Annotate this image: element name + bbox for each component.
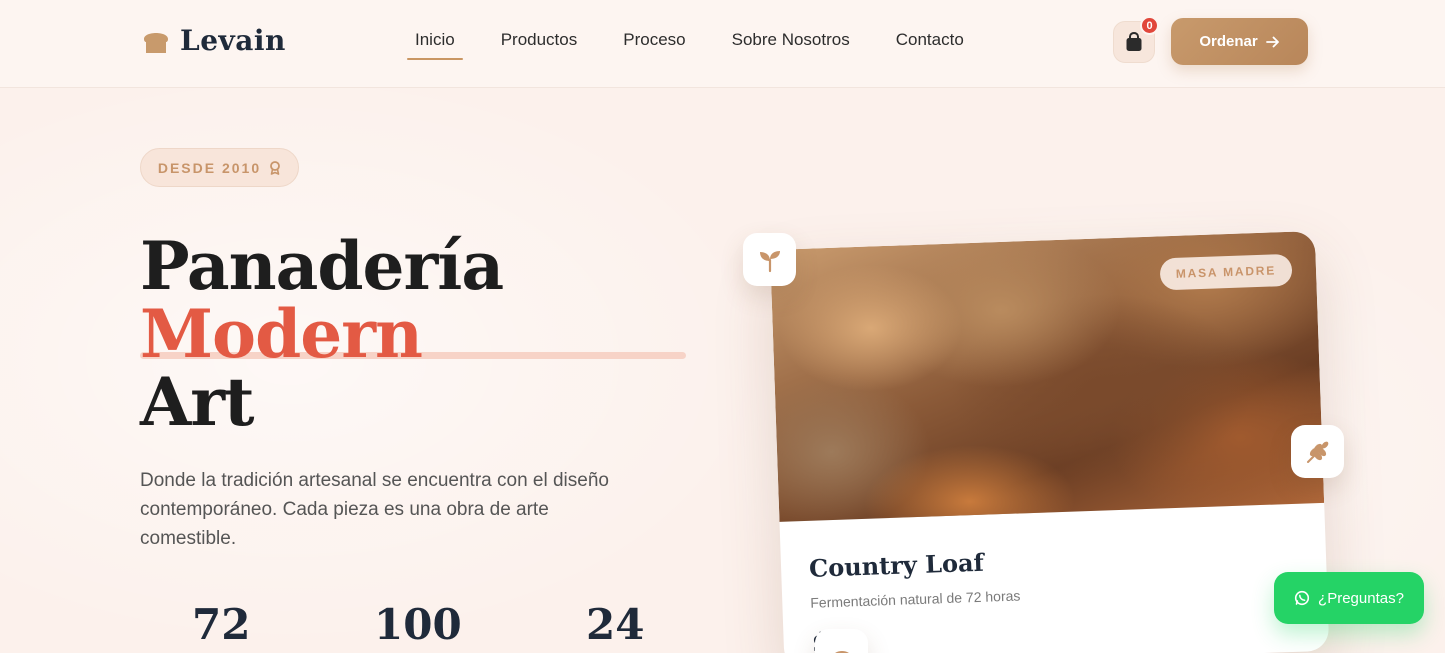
nav-link-contacto[interactable]: Contacto <box>888 30 972 60</box>
stat-natural: 100 <box>374 600 462 649</box>
arrow-right-icon <box>1265 36 1279 47</box>
brand-logo[interactable]: Levain <box>140 24 286 57</box>
stat-fresh: 24 <box>586 600 645 649</box>
hero-title-accent: Modern <box>140 295 423 373</box>
wheat-icon <box>1306 441 1328 463</box>
sprout-tile <box>743 233 796 286</box>
nav-link-sobre-nosotros[interactable]: Sobre Nosotros <box>724 30 858 60</box>
product-tag: MASA MADRE <box>1159 253 1293 291</box>
order-button[interactable]: Ordenar <box>1171 18 1308 65</box>
hero-title-line3: Art <box>140 363 254 441</box>
brand-name: Levain <box>180 24 286 57</box>
wheat-tile <box>1291 425 1344 478</box>
product-subtitle: Fermentación natural de 72 horas <box>810 587 1021 611</box>
sprout-icon <box>759 250 780 272</box>
bread-tile <box>815 629 868 653</box>
stat-hours: 72 <box>192 600 251 649</box>
since-badge-label: DESDE 2010 <box>157 159 262 176</box>
product-image: MASA MADRE <box>770 230 1325 522</box>
since-badge: DESDE 2010 <box>140 148 299 187</box>
bread-loaf-icon <box>144 32 168 53</box>
main-nav: Inicio Productos Proceso Sobre Nosotros … <box>407 30 1002 60</box>
product-card[interactable]: MASA MADRE Country Loaf Fermentación nat… <box>770 230 1330 653</box>
hero-title: Panadería Modern Art <box>140 232 504 436</box>
hero-title-line1: Panadería <box>140 227 504 305</box>
product-card-body: Country Loaf Fermentación natural de 72 … <box>809 537 1301 653</box>
shopping-bag-icon <box>1126 32 1142 51</box>
site-header: Levain Inicio Productos Proceso Sobre No… <box>0 0 1445 88</box>
cart-button[interactable]: 0 <box>1113 16 1159 63</box>
whatsapp-chat-button[interactable]: ¿Preguntas? <box>1274 572 1424 624</box>
whatsapp-icon <box>1294 590 1310 606</box>
award-icon <box>270 160 281 175</box>
cart-count-badge: 0 <box>1140 16 1159 35</box>
product-price: $ <box>811 612 1301 653</box>
nav-link-productos[interactable]: Productos <box>493 30 586 60</box>
order-button-label: Ordenar <box>1199 33 1258 50</box>
hero-description: Donde la tradición artesanal se encuentr… <box>140 470 609 549</box>
bread-icon <box>834 650 849 653</box>
nav-link-proceso[interactable]: Proceso <box>615 30 693 60</box>
product-name: Country Loaf <box>808 547 985 583</box>
nav-link-inicio[interactable]: Inicio <box>407 30 463 60</box>
whatsapp-chat-label: ¿Preguntas? <box>1318 589 1404 607</box>
